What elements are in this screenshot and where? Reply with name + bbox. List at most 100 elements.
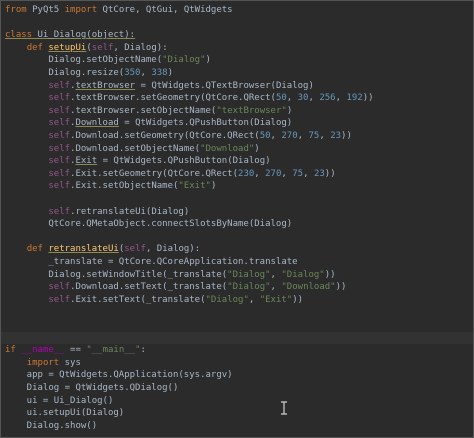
code-token: import xyxy=(64,5,98,15)
code-token: , Dialog): xyxy=(113,42,168,53)
code-line[interactable]: self.Download = QtWidgets.QPushButton(Di… xyxy=(5,117,292,130)
code-token: 350 xyxy=(124,68,141,78)
code-line[interactable]: ui.setupUi(Dialog) xyxy=(5,407,125,420)
code-token: ui = Ui_Dialog() xyxy=(5,395,114,406)
code-token: Dialog = QtWidgets.QDialog() xyxy=(5,383,179,393)
code-token: Dialog.setWindowTitle(_translate( xyxy=(5,269,228,280)
code-token: 23 xyxy=(313,168,325,179)
code-line[interactable]: _translate = QtCore.QCoreApplication.tra… xyxy=(5,256,297,269)
code-token: app = QtWidgets.QApplication(sys.argv) xyxy=(5,370,233,381)
code-line[interactable]: self.Download.setText(_translate("Dialog… xyxy=(5,281,346,294)
code-line[interactable]: self.Exit = QtWidgets.QPushButton(Dialog… xyxy=(5,155,270,168)
code-token: "Download" xyxy=(281,282,336,293)
code-token: , xyxy=(270,269,282,280)
code-token: )) xyxy=(335,282,347,293)
code-token: class xyxy=(5,30,33,41)
code-token: "Dialog" xyxy=(281,269,325,280)
code-token: .Exit.setObjectName( xyxy=(70,181,179,192)
code-line[interactable]: self.Exit.setGeometry(QtCore.QRect(230, … xyxy=(5,168,336,181)
code-token: Exit xyxy=(75,156,98,167)
code-token: )) xyxy=(362,93,374,104)
code-line[interactable]: from PyQt5 import QtCore, QtGui, QtWidge… xyxy=(5,4,233,17)
code-line[interactable]: self.textBrowser = QtWidgets.QTextBrowse… xyxy=(5,80,314,93)
code-line[interactable]: self.retranslateUi(Dialog) xyxy=(5,206,189,219)
code-token: if xyxy=(5,345,16,356)
code-token: ) xyxy=(205,55,211,66)
code-token: 75 xyxy=(292,168,304,179)
code-token: )) xyxy=(324,269,336,280)
code-token: .Download.setGeometry(QtCore.QRect( xyxy=(70,131,260,141)
code-line[interactable]: QtCore.QMetaObject.connectSlotsByName(Di… xyxy=(5,218,292,231)
code-token: QtCore.QMetaObject.connectSlotsByName(Di… xyxy=(5,219,293,230)
code-token: "textBrowser" xyxy=(216,105,287,116)
code-token: self xyxy=(91,42,114,53)
code-line[interactable]: Dialog.setWindowTitle(_translate( "Dialog… xyxy=(5,269,336,282)
code-line[interactable]: Dialog.show() xyxy=(5,420,97,433)
code-token: Dialog.setObjectName( xyxy=(5,55,163,66)
code-token: ) xyxy=(286,105,293,116)
code-token: , xyxy=(270,131,282,141)
code-line[interactable]: app = QtWidgets.QApplication(sys.argv) xyxy=(5,369,233,382)
code-line[interactable]: ui = Ui_Dialog() xyxy=(5,395,114,408)
code-line[interactable]: Dialog.resize(350, 338) xyxy=(5,67,173,80)
code-line[interactable]: def retranslateUi(self, Dialog): xyxy=(5,243,200,256)
code-token: Dialog.resize( xyxy=(5,68,125,78)
code-line[interactable]: self.textBrowser.setGeometry(QtCore.QRec… xyxy=(5,92,374,105)
code-token: .textBrowser.setObjectName( xyxy=(70,105,217,116)
code-token: def xyxy=(26,244,43,255)
code-line[interactable]: Dialog = QtWidgets.QDialog() xyxy=(5,382,179,395)
code-token: )) xyxy=(324,168,336,179)
code-editor[interactable]: from PyQt5 import QtCore, QtGui, QtWidge… xyxy=(0,0,474,438)
code-token: , Dialog): xyxy=(145,244,201,255)
code-line[interactable]: self.textBrowser.setObjectName("textBrow… xyxy=(5,105,292,118)
code-token: Ui_Dialog(object): xyxy=(32,30,136,41)
code-token: ui.setupUi(Dialog) xyxy=(5,408,125,419)
code-token: ) xyxy=(254,143,260,154)
code-token: "Exit" xyxy=(178,181,211,192)
code-line[interactable]: import sys xyxy=(5,357,81,370)
code-token: sys xyxy=(59,357,81,368)
code-token: self xyxy=(48,105,71,116)
code-token: .Download.setText(_translate( xyxy=(70,282,228,293)
code-token: .Exit.setText(_translate( xyxy=(70,294,206,305)
code-token: == xyxy=(64,345,87,356)
code-line[interactable]: class Ui_Dialog(object): xyxy=(5,29,135,42)
code-token: 256 xyxy=(319,93,336,104)
code-line[interactable]: self.Exit.setObjectName("Exit") xyxy=(5,180,216,193)
code-line[interactable]: self.Exit.setText(_translate("Dialog", "… xyxy=(5,294,303,307)
code-token: .retranslateUi(Dialog) xyxy=(70,206,190,217)
code-token: 270 xyxy=(281,131,298,141)
code-line[interactable]: Dialog.setObjectName("Dialog") xyxy=(5,54,211,67)
code-line[interactable]: def setupUi(self, Dialog): xyxy=(5,42,168,55)
code-token: self xyxy=(48,143,71,154)
code-token: 192 xyxy=(346,93,363,104)
code-line[interactable]: self.Download.setGeometry(QtCore.QRect(5… xyxy=(5,130,352,143)
code-token: 230 xyxy=(238,168,255,179)
code-token: __name__ xyxy=(21,345,65,356)
code-token: "Download" xyxy=(200,143,255,154)
code-token: )) xyxy=(292,294,304,305)
code-line[interactable]: if __name__ == "__main__": xyxy=(5,344,146,357)
code-line[interactable]: self.Download.setObjectName("Download") xyxy=(5,143,260,156)
i-beam-cursor-icon xyxy=(280,400,288,415)
code-token: 50 xyxy=(275,93,287,104)
code-token: "Exit" xyxy=(259,294,293,305)
code-token: def xyxy=(26,42,43,53)
code-token: , xyxy=(286,93,298,104)
code-token: "__main__" xyxy=(86,345,141,356)
code-token: 50 xyxy=(259,131,271,141)
code-token: "Dialog" xyxy=(162,55,206,66)
code-line[interactable] xyxy=(1,331,473,345)
code-token: "Dialog" xyxy=(227,282,271,293)
code-token: , xyxy=(308,93,320,104)
